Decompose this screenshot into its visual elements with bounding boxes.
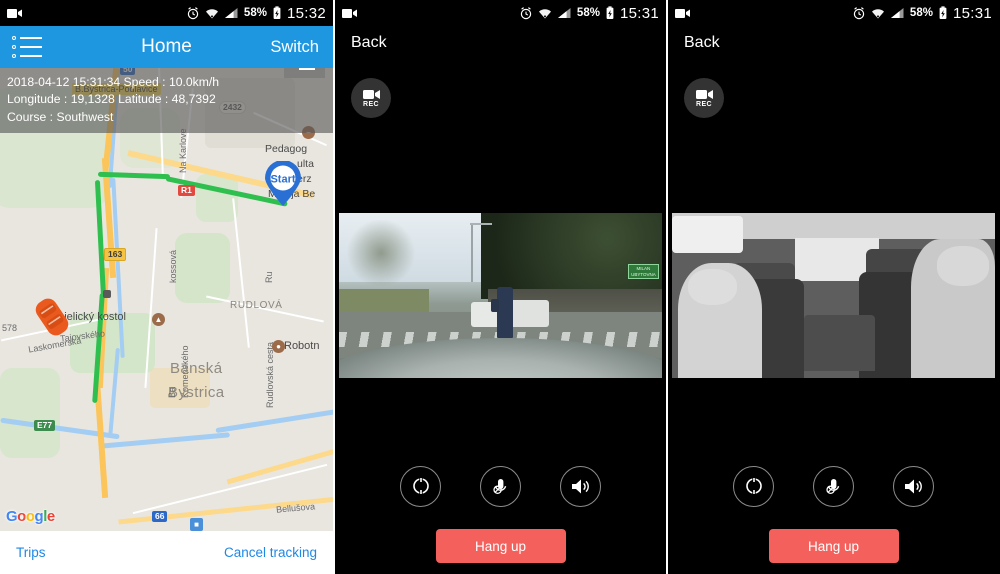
video-feed-outside[interactable]: MILAN UBYTOVNA xyxy=(335,210,666,381)
video-feed-inside[interactable] xyxy=(668,210,999,381)
map-shield: R1 xyxy=(178,185,195,197)
alarm-clock-icon xyxy=(519,6,533,20)
alarm-clock-icon xyxy=(186,6,200,20)
trip-info-line-course: Course : Southwest xyxy=(7,109,114,124)
microphone-muted-icon xyxy=(493,478,507,494)
map-view[interactable]: 50 2432 R1 163 E77 66 578 B.Bystrica-Pod… xyxy=(0,68,333,531)
map-label: Banská xyxy=(170,360,223,377)
battery-percent-label: 58% xyxy=(576,7,600,19)
map-shield: 163 xyxy=(104,248,127,262)
speaker-button[interactable] xyxy=(559,465,601,507)
svg-text:Start: Start xyxy=(270,174,295,186)
map-label: Rudlovská cesta xyxy=(265,341,275,408)
status-bar: 58% 15:31 xyxy=(668,0,999,26)
alarm-clock-icon xyxy=(852,6,866,20)
map-label: Robotn xyxy=(284,340,320,352)
road-sign: MILAN UBYTOVNA xyxy=(628,264,659,280)
mute-microphone-button[interactable] xyxy=(479,465,521,507)
panel-call-outside-camera: 58% 15:31 Back REC MILAN UBYTOVNA Hang u… xyxy=(335,0,666,574)
video-camera-icon xyxy=(675,8,690,19)
switch-camera-icon xyxy=(413,477,429,495)
switch-camera-icon xyxy=(746,477,762,495)
logo-letter: g xyxy=(34,508,44,525)
logo-letter: e xyxy=(46,508,55,525)
battery-charging-icon xyxy=(272,6,282,20)
video-camera-icon xyxy=(342,8,357,19)
map-label: 578 xyxy=(2,323,18,333)
cellular-signal-icon xyxy=(890,7,905,19)
map-label: Na Karlove xyxy=(178,128,188,173)
clock-label: 15:31 xyxy=(952,4,992,22)
map-shield: E77 xyxy=(34,420,56,432)
back-button[interactable]: Back xyxy=(351,34,387,52)
wifi-icon xyxy=(538,7,552,20)
poi-icon: ▲ xyxy=(152,313,165,326)
speaker-button[interactable] xyxy=(892,465,934,507)
poi-icon: ● xyxy=(272,340,285,353)
map-green-area xyxy=(0,368,60,458)
battery-charging-icon xyxy=(938,6,948,20)
call-controls xyxy=(668,458,999,514)
battery-charging-icon xyxy=(605,6,615,20)
microphone-muted-icon xyxy=(826,478,840,494)
battery-percent-label: 58% xyxy=(909,7,933,19)
bottom-bar: Trips Cancel tracking xyxy=(0,531,333,574)
map-label: RUDLOVÁ xyxy=(230,300,283,311)
panel-map-tracking: 58% 15:32 Home Switch R1 163 E77 66 578 … xyxy=(0,0,333,574)
map-green-area xyxy=(175,233,230,303)
cellular-signal-icon xyxy=(557,7,572,19)
panel-call-inside-camera: 58% 15:31 Back REC Hang up xyxy=(668,0,999,574)
car-marker-icon[interactable] xyxy=(32,296,72,343)
logo-letter: o xyxy=(25,508,35,525)
video-camera-icon xyxy=(7,8,22,19)
record-button[interactable]: REC xyxy=(684,78,724,118)
call-controls xyxy=(335,458,666,514)
poi-icon xyxy=(103,290,111,298)
video-frame: MILAN UBYTOVNA xyxy=(339,213,662,378)
map-label: Ru xyxy=(264,271,274,283)
map-shield: 66 xyxy=(152,511,168,523)
video-camera-icon xyxy=(362,89,380,99)
map-label: kossová xyxy=(168,249,178,283)
logo-letter: o xyxy=(17,508,26,525)
speaker-on-icon xyxy=(904,479,922,493)
record-button[interactable]: REC xyxy=(351,78,391,118)
clock-label: 15:31 xyxy=(619,4,659,22)
map-attribution: Google xyxy=(6,508,55,525)
video-camera-icon xyxy=(695,89,713,99)
map-canvas: 50 2432 R1 163 E77 66 578 B.Bystrica-Pod… xyxy=(0,68,333,531)
dashcam-scene: MILAN UBYTOVNA xyxy=(339,213,662,378)
switch-camera-button[interactable] xyxy=(400,465,442,507)
wifi-icon xyxy=(205,7,219,20)
cellular-signal-icon xyxy=(224,7,239,19)
status-bar: 58% 15:32 xyxy=(0,0,333,26)
road-sign-line2: UBYTOVNA xyxy=(631,271,656,277)
trips-button[interactable]: Trips xyxy=(16,545,46,560)
battery-percent-label: 58% xyxy=(243,7,267,19)
switch-button[interactable]: Switch xyxy=(270,38,319,57)
logo-letter: G xyxy=(6,508,18,525)
hang-up-button[interactable]: Hang up xyxy=(435,529,566,563)
record-label: REC xyxy=(363,100,379,108)
wifi-icon xyxy=(871,7,885,20)
cancel-tracking-button[interactable]: Cancel tracking xyxy=(224,545,317,560)
back-button[interactable]: Back xyxy=(684,34,720,52)
trip-info-line-datetime-speed: 2018-04-12 15:31:34 Speed : 10.0km/h xyxy=(7,75,220,89)
map-label: Ba xyxy=(167,386,177,398)
trip-info-line-coordinates: Longitude : 19,1328 Latitude : 48,7392 xyxy=(7,92,216,107)
mute-microphone-button[interactable] xyxy=(812,465,854,507)
status-bar: 58% 15:31 xyxy=(335,0,666,26)
map-label: Pedagog xyxy=(265,143,308,155)
cabin-scene xyxy=(672,213,995,378)
poi-icon: ■ xyxy=(190,518,203,531)
record-label: REC xyxy=(696,100,712,108)
hang-up-button[interactable]: Hang up xyxy=(768,529,899,563)
screenshot-root: 58% 15:32 Home Switch R1 163 E77 66 578 … xyxy=(0,0,1000,574)
app-bar: Home Switch xyxy=(0,26,333,68)
speaker-on-icon xyxy=(571,479,589,493)
clock-label: 15:32 xyxy=(286,4,326,22)
start-marker[interactable]: Start xyxy=(262,160,304,212)
video-frame xyxy=(672,213,995,378)
switch-camera-button[interactable] xyxy=(733,465,775,507)
